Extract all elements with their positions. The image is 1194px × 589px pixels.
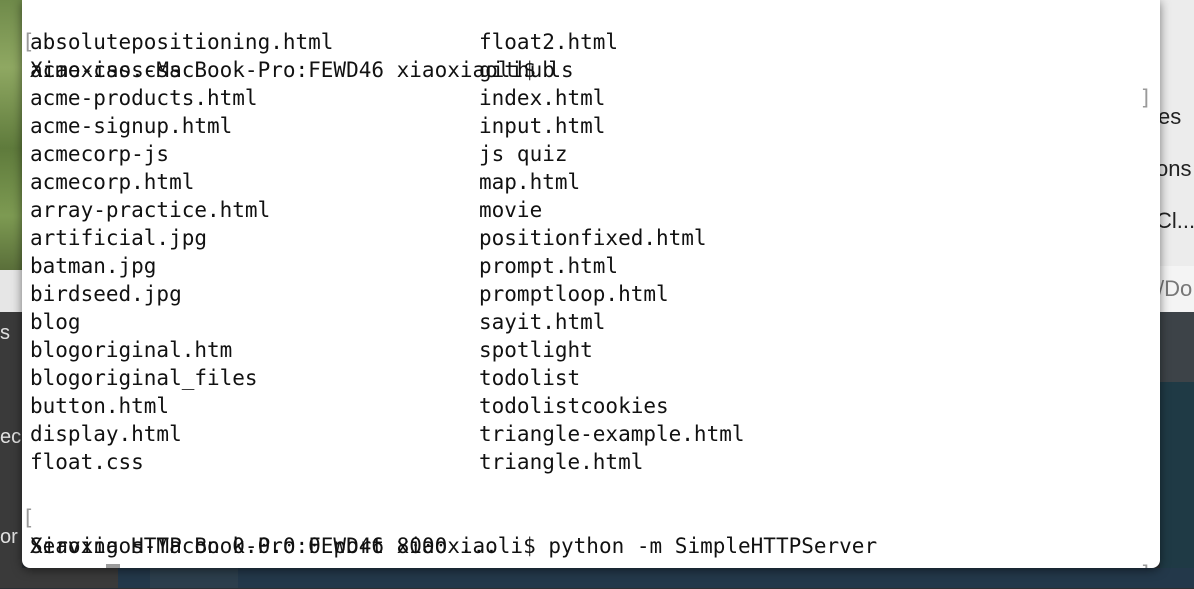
- listing-row: acme-signup.html input.html: [30, 112, 1160, 140]
- background-sidebar-item: Cl...: [1156, 208, 1194, 233]
- background-path-text: /Do: [1158, 276, 1193, 301]
- file-entry: acmecorp.html: [30, 170, 195, 194]
- listing-row: blogoriginal_files todolist: [30, 364, 1160, 392]
- file-entry: display.html: [30, 422, 182, 446]
- file-entry: github: [479, 58, 555, 82]
- background-label: ec: [0, 426, 22, 448]
- file-entry: absolutepositioning.html: [30, 30, 334, 54]
- file-entry: movie: [479, 198, 543, 222]
- file-entry: batman.jpg: [30, 254, 157, 278]
- background-window-strip: [0, 270, 22, 312]
- terminal-window[interactable]: [ Xiaoxiaos-MacBook-Pro:FEWD46 xiaoxiaol…: [22, 0, 1160, 568]
- prompt-line: [ Xiaoxiaos-MacBook-Pro:FEWD46 xiaoxiaol…: [22, 0, 1160, 110]
- listing-row: blog sayit.html: [30, 308, 1160, 336]
- listing-row: acme-products.html index.html: [30, 84, 1160, 112]
- background-editor-line: [150, 568, 238, 588]
- file-entry: spotlight: [479, 338, 593, 362]
- listing-row: array-practice.html movie: [30, 196, 1160, 224]
- file-entry: sayit.html: [479, 310, 606, 334]
- background-sidebar-item: ons: [1156, 156, 1192, 181]
- file-entry: float.css: [30, 450, 144, 474]
- file-entry: blogoriginal.htm: [30, 338, 233, 362]
- file-entry: artificial.jpg: [30, 226, 208, 250]
- file-entry: acme-signup.html: [30, 114, 233, 138]
- desktop-wallpaper: [0, 0, 22, 270]
- background-editor-tab: [1160, 312, 1194, 382]
- text-cursor[interactable]: [105, 564, 120, 568]
- listing-row: button.html todolistcookies: [30, 392, 1160, 420]
- cursor-line[interactable]: [30, 532, 1160, 568]
- file-entry: index.html: [479, 86, 606, 110]
- background-editor-bottom: [0, 568, 1194, 588]
- listing-row: acme-css.css github: [30, 56, 1160, 84]
- listing-row: blogoriginal.htm spotlight: [30, 336, 1160, 364]
- directory-listing: absolutepositioning.html float2.html acme-…: [30, 28, 1160, 476]
- file-entry: acme-css.css: [30, 58, 182, 82]
- background-label: or: [0, 526, 18, 548]
- listing-row: display.html triangle-example.html: [30, 420, 1160, 448]
- file-entry: blogoriginal_files: [30, 366, 258, 390]
- file-entry: acme-products.html: [30, 86, 258, 110]
- listing-row: acmecorp-js js quiz: [30, 140, 1160, 168]
- file-entry: positionfixed.html: [479, 226, 707, 250]
- file-entry: triangle-example.html: [479, 422, 745, 446]
- file-entry: map.html: [479, 170, 581, 194]
- file-entry: birdseed.jpg: [30, 282, 182, 306]
- file-entry: prompt.html: [479, 254, 619, 278]
- terminal-output[interactable]: [ Xiaoxiaos-MacBook-Pro:FEWD46 xiaoxiaol…: [22, 0, 1160, 568]
- background-editor-gutter-bottom: [0, 568, 118, 588]
- listing-row: artificial.jpg positionfixed.html: [30, 224, 1160, 252]
- listing-row: absolutepositioning.html float2.html: [30, 28, 1160, 56]
- file-entry: array-practice.html: [30, 198, 271, 222]
- file-entry: acmecorp-js: [30, 142, 170, 166]
- file-entry: float2.html: [479, 30, 619, 54]
- file-entry: blog: [30, 310, 81, 334]
- listing-row: batman.jpg prompt.html: [30, 252, 1160, 280]
- background-label: s: [0, 322, 10, 344]
- listing-row: float.css triangle.html: [30, 448, 1160, 476]
- server-output-line: Serving HTTP on 0.0.0.0 port 8000 ...: [30, 504, 1160, 558]
- prompt-line: [ Xiaoxiaos-MacBook-Pro:FEWD46 xiaoxiaol…: [22, 476, 1160, 568]
- background-sidebar-item: es: [1158, 104, 1182, 129]
- file-entry: input.html: [479, 114, 606, 138]
- background-editor: [1160, 382, 1194, 588]
- listing-row: birdseed.jpg promptloop.html: [30, 280, 1160, 308]
- file-entry: todolist: [479, 366, 581, 390]
- listing-row: acmecorp.html map.html: [30, 168, 1160, 196]
- file-entry: promptloop.html: [479, 282, 669, 306]
- mark-bracket: ]: [1139, 560, 1152, 568]
- file-entry: button.html: [30, 394, 170, 418]
- file-entry: js quiz: [479, 142, 568, 166]
- file-entry: todolistcookies: [479, 394, 669, 418]
- file-entry: triangle.html: [479, 450, 644, 474]
